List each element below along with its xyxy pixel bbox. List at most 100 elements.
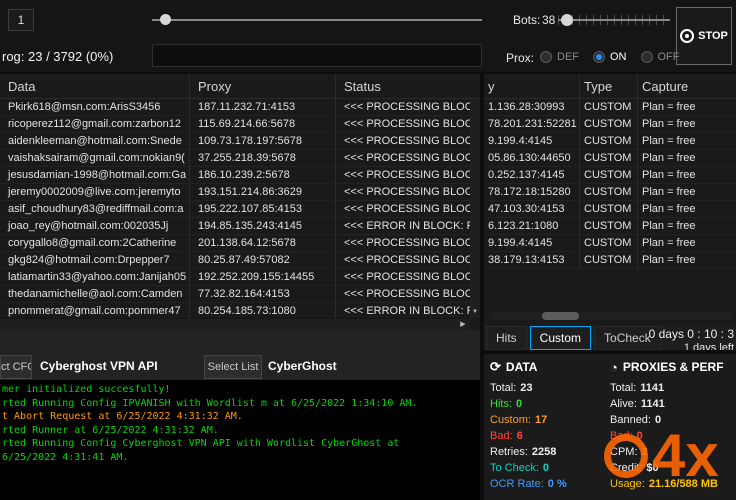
grid-cell: joao_rey@hotmail.com:002035Jj bbox=[0, 218, 190, 234]
grid-cell: <<< ERROR IN BLOCK: R bbox=[336, 218, 470, 234]
stop-icon bbox=[680, 29, 694, 43]
result-row[interactable]: gkg824@hotmail.com:Drpepper780.25.87.49:… bbox=[0, 252, 470, 269]
grid-cell: aidenkleeman@hotmail.com:Snede bbox=[0, 133, 190, 149]
scrollbar-thumb[interactable] bbox=[542, 312, 579, 320]
grid-cell: Plan = free bbox=[638, 150, 736, 166]
column-header-data[interactable]: Data bbox=[0, 74, 190, 98]
stat-value: 23 bbox=[520, 380, 532, 396]
proxy-row[interactable]: 9.199.4:4145CUSTOMPlan = free bbox=[484, 235, 736, 252]
top-toolbar: 1 Bots: 38 STOP rog: 23 / 3792 (0%) Prox… bbox=[0, 0, 736, 72]
result-row[interactable]: vaishaksairam@gmail.com:nokian9(37.255.2… bbox=[0, 150, 470, 167]
radio-dot bbox=[540, 51, 552, 63]
grid-cell: 195.222.107.85:4153 bbox=[190, 201, 336, 217]
grid-cell: 9.199.4:4145 bbox=[484, 133, 580, 149]
main-slider[interactable] bbox=[152, 12, 482, 28]
proxy-mode-group: DEF ON OFF bbox=[540, 48, 680, 66]
grid-cell: <<< PROCESSING BLOC bbox=[336, 116, 470, 132]
grid-cell: CUSTOM bbox=[580, 184, 638, 200]
proxy-row[interactable]: 47.103.30:4153CUSTOMPlan = free bbox=[484, 201, 736, 218]
stat-value: 17 bbox=[535, 412, 547, 428]
bots-label: Bots: bbox=[513, 13, 540, 27]
result-row[interactable]: pnommerat@gmail.com:pommer4780.254.185.7… bbox=[0, 303, 470, 318]
stat-label: Credit: bbox=[610, 460, 642, 476]
grid-cell: CUSTOM bbox=[580, 218, 638, 234]
grid-cell: latiamartin33@yahoo.com:Janijah05 bbox=[0, 269, 190, 285]
grid-cell: Plan = free bbox=[638, 235, 736, 251]
stat-row: Bad:6 bbox=[490, 428, 567, 444]
grid-cell: 201.138.64.12:5678 bbox=[190, 235, 336, 251]
grid-cell: CUSTOM bbox=[580, 133, 638, 149]
grid-cell: Plan = free bbox=[638, 116, 736, 132]
grid-cell: <<< ERROR IN BLOCK: R bbox=[336, 303, 470, 318]
proxies-stats-header: ◔ PROXIES & PERF bbox=[610, 358, 724, 376]
horizontal-scrollbar[interactable]: ▶ bbox=[0, 318, 470, 330]
config-bar: ct CFG Cyberghost VPN API Select List Cy… bbox=[0, 330, 480, 380]
stat-value: 21.16/588 MB bbox=[649, 476, 718, 492]
slider-thumb[interactable] bbox=[561, 14, 573, 26]
grid-cell: CUSTOM bbox=[580, 201, 638, 217]
tab-hits[interactable]: Hits bbox=[486, 326, 527, 350]
log-console[interactable]: mer initialized succesfully!rted Running… bbox=[0, 380, 480, 500]
scroll-down-arrow-icon[interactable]: ▼ bbox=[470, 307, 480, 318]
data-stats-title: DATA bbox=[506, 360, 538, 374]
proxy-row[interactable]: 78.201.231:52281CUSTOMPlan = free bbox=[484, 116, 736, 133]
select-list-button[interactable]: Select List bbox=[204, 355, 262, 379]
stat-value: 6 bbox=[517, 428, 523, 444]
grid-cell: <<< PROCESSING BLOC bbox=[336, 269, 470, 285]
stat-label: Bad: bbox=[490, 428, 513, 444]
proxy-mode-off[interactable]: OFF bbox=[641, 51, 680, 63]
bots-slider[interactable] bbox=[558, 10, 670, 30]
proxy-row[interactable]: 0.252.137:4145CUSTOMPlan = free bbox=[484, 167, 736, 184]
column-header-type[interactable]: Type bbox=[580, 74, 638, 98]
vertical-scrollbar[interactable]: ▼ bbox=[470, 99, 480, 318]
proxy-row[interactable]: 38.179.13:4153CUSTOMPlan = free bbox=[484, 252, 736, 269]
proxies-grid-body: 1.136.28:30993CUSTOMPlan = free78.201.23… bbox=[484, 99, 736, 269]
result-row[interactable]: jeremy0002009@live.com:jeremyto193.151.2… bbox=[0, 184, 470, 201]
column-header-capture[interactable]: Capture bbox=[638, 74, 736, 98]
grid-cell: <<< PROCESSING BLOC bbox=[336, 201, 470, 217]
grid-cell: 77.32.82.164:4153 bbox=[190, 286, 336, 302]
result-row[interactable]: jesusdamian-1998@hotmail.com:Ga186.10.23… bbox=[0, 167, 470, 184]
grid-cell: <<< PROCESSING BLOC bbox=[336, 99, 470, 115]
stat-row: Total:1141 bbox=[610, 380, 724, 396]
column-header-proxy[interactable]: Proxy bbox=[190, 74, 336, 98]
slider-thumb[interactable] bbox=[160, 14, 171, 25]
results-tabs: HitsCustomToCheck bbox=[486, 326, 661, 350]
results-grid-header: Data Proxy Status bbox=[0, 74, 480, 99]
grid-cell: 78.172.18:15280 bbox=[484, 184, 580, 200]
result-row[interactable]: latiamartin33@yahoo.com:Janijah05192.252… bbox=[0, 269, 470, 286]
proxy-row[interactable]: 9.199.4:4145CUSTOMPlan = free bbox=[484, 133, 736, 150]
proxy-row[interactable]: 78.172.18:15280CUSTOMPlan = free bbox=[484, 184, 736, 201]
grid-cell: jeremy0002009@live.com:jeremyto bbox=[0, 184, 190, 200]
data-stats-list: Total:23Hits:0Custom:17Bad:6Retries:2258… bbox=[490, 380, 567, 492]
result-row[interactable]: Pkirk618@msn.com:ArisS3456187.11.232.71:… bbox=[0, 99, 470, 116]
proxy-row[interactable]: 1.136.28:30993CUSTOMPlan = free bbox=[484, 99, 736, 116]
stat-label: Alive: bbox=[610, 396, 637, 412]
grid-cell: <<< PROCESSING BLOC bbox=[336, 235, 470, 251]
grid-cell: 47.103.30:4153 bbox=[484, 201, 580, 217]
proxy-row[interactable]: 05.86.130:44650CUSTOMPlan = free bbox=[484, 150, 736, 167]
threads-input[interactable]: 1 bbox=[8, 9, 34, 31]
results-grid-body: Pkirk618@msn.com:ArisS3456187.11.232.71:… bbox=[0, 99, 470, 318]
proxy-mode-def[interactable]: DEF bbox=[540, 51, 579, 63]
proxy-mode-on[interactable]: ON bbox=[593, 51, 627, 63]
result-row[interactable]: aidenkleeman@hotmail.com:Snede109.73.178… bbox=[0, 133, 470, 150]
result-row[interactable]: ricoperez112@gmail.com:zarbon12115.69.21… bbox=[0, 116, 470, 133]
grid-cell: corygallo8@gmail.com:2Catherine bbox=[0, 235, 190, 251]
result-row[interactable]: thedanamichelle@aol.com:Camden77.32.82.1… bbox=[0, 286, 470, 303]
stat-label: OCR Rate: bbox=[490, 476, 544, 492]
stop-button[interactable]: STOP bbox=[676, 7, 732, 65]
column-header-proxy[interactable]: y bbox=[484, 74, 580, 98]
log-line: rted Running Config IPVANISH with Wordli… bbox=[2, 397, 478, 411]
column-header-status[interactable]: Status bbox=[336, 74, 480, 98]
result-row[interactable]: asif_choudhury83@rediffmail.com:a195.222… bbox=[0, 201, 470, 218]
horizontal-scrollbar[interactable] bbox=[488, 312, 732, 320]
proxy-row[interactable]: 6.123.21:1080CUSTOMPlan = free bbox=[484, 218, 736, 235]
slider-track bbox=[558, 19, 670, 21]
stat-row: To Check:0 bbox=[490, 460, 567, 476]
grid-cell: Plan = free bbox=[638, 201, 736, 217]
result-row[interactable]: joao_rey@hotmail.com:002035Jj194.85.135.… bbox=[0, 218, 470, 235]
result-row[interactable]: corygallo8@gmail.com:2Catherine201.138.6… bbox=[0, 235, 470, 252]
select-cfg-button[interactable]: ct CFG bbox=[0, 355, 32, 379]
tab-custom[interactable]: Custom bbox=[530, 326, 591, 350]
